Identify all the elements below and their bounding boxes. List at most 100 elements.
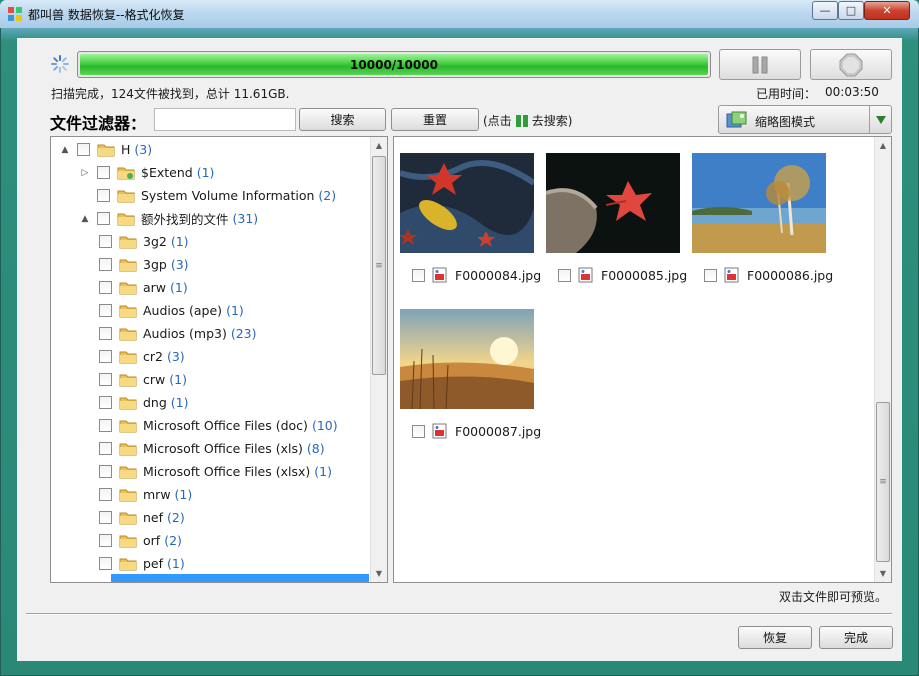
close-button[interactable]: ✕ [864, 1, 910, 20]
elapsed-time-label: 已用时间： [756, 87, 817, 101]
tree-item-label: 3gp [143, 257, 167, 272]
thumbnail-caption: F0000084.jpg [412, 267, 541, 283]
tree-item[interactable]: ▲ 额外找到的文件 (31) [79, 207, 259, 230]
tree-checkbox[interactable] [97, 212, 110, 225]
file-thumbnail[interactable]: F0000087.jpg [400, 309, 541, 439]
tree-item[interactable]: dng (1) [99, 391, 189, 414]
tree-checkbox[interactable] [99, 442, 112, 455]
title-bar[interactable]: 都叫兽 数据恢复--格式化恢复 — □ ✕ [0, 0, 919, 28]
tree-item[interactable]: System Volume Information (2) [79, 184, 336, 207]
scroll-down-icon[interactable]: ▼ [875, 565, 891, 582]
file-checkbox[interactable] [704, 268, 717, 282]
maximize-button[interactable]: □ [838, 1, 864, 20]
tree-checkbox[interactable] [99, 419, 112, 432]
file-thumbnail-view[interactable]: ▲ ≡ ▼ F0000084.jpg F0000085.jpg F0000086… [393, 136, 892, 583]
search-button[interactable]: 搜索 [299, 108, 386, 131]
tree-item[interactable]: arw (1) [99, 276, 188, 299]
tree-item-count: (1) [226, 303, 244, 318]
file-name: F0000087.jpg [455, 423, 542, 439]
scroll-down-icon[interactable]: ▼ [371, 565, 387, 582]
pause-icon [752, 56, 768, 73]
tree-checkbox[interactable] [99, 235, 112, 248]
thumbnail-image[interactable] [400, 153, 534, 253]
dropdown-arrow-icon[interactable] [869, 106, 891, 133]
tree-item[interactable]: Audios (ape) (1) [99, 299, 244, 322]
divider [26, 613, 892, 615]
thumbnail-scroll-thumb[interactable]: ≡ [876, 402, 890, 562]
pause-button[interactable] [719, 49, 801, 80]
tree-item[interactable]: nef (2) [99, 506, 185, 529]
tree-checkbox[interactable] [99, 327, 112, 340]
tree-item-label: dng [143, 395, 167, 410]
tree-checkbox[interactable] [99, 534, 112, 547]
file-checkbox[interactable] [412, 268, 425, 282]
file-thumbnail[interactable]: F0000086.jpg [692, 153, 833, 283]
tree-item[interactable]: Microsoft Office Files (doc) (10) [99, 414, 338, 437]
recover-button[interactable]: 恢复 [738, 626, 812, 649]
folder-icon [119, 512, 137, 524]
done-button[interactable]: 完成 [819, 626, 893, 649]
tree-item[interactable]: pef (1) [99, 552, 185, 575]
tree-item[interactable]: Microsoft Office Files (xlsx) (1) [99, 460, 332, 483]
minimize-button[interactable]: — [812, 1, 838, 20]
expand-toggle-icon[interactable]: ▲ [59, 145, 71, 155]
tree-item[interactable]: 3g2 (1) [99, 230, 189, 253]
tree-item-label: Microsoft Office Files (xlsx) [143, 464, 311, 479]
tree-checkbox[interactable] [97, 166, 110, 179]
tree-item[interactable]: mrw (1) [99, 483, 192, 506]
thumbnail-image[interactable] [546, 153, 680, 253]
thumbnail-image[interactable] [692, 153, 826, 253]
folder-icon [119, 236, 137, 248]
tree-checkbox[interactable] [99, 258, 112, 271]
tree-item[interactable]: 3gp (3) [99, 253, 189, 276]
expand-toggle-icon[interactable]: ▲ [79, 214, 91, 224]
folder-tree[interactable]: ▲ ≡ ▼ ▲ H (3) ▷ $Extend (1) System Volume I… [50, 136, 388, 583]
tree-checkbox[interactable] [77, 143, 90, 156]
view-mode-label: 缩略图模式 [755, 115, 816, 129]
tree-checkbox[interactable] [99, 488, 112, 501]
tree-item[interactable]: ▲ H (3) [59, 138, 153, 161]
tree-checkbox[interactable] [99, 350, 112, 363]
filter-input[interactable] [154, 108, 296, 131]
folder-icon [119, 420, 137, 432]
scroll-up-icon[interactable]: ▲ [875, 137, 891, 154]
folder-icon [97, 144, 115, 156]
tree-checkbox[interactable] [97, 189, 110, 202]
tree-item[interactable]: Audios (mp3) (23) [99, 322, 257, 345]
window-title: 都叫兽 数据恢复--格式化恢复 [28, 8, 185, 22]
file-thumbnail[interactable]: F0000084.jpg [400, 153, 541, 283]
tree-item[interactable]: cr2 (3) [99, 345, 185, 368]
file-name: F0000084.jpg [455, 267, 542, 283]
tree-scrollbar[interactable]: ▲ ≡ ▼ [370, 137, 387, 582]
tree-checkbox[interactable] [99, 396, 112, 409]
tree-item[interactable]: Microsoft Office Files (xls) (8) [99, 437, 325, 460]
tree-checkbox[interactable] [99, 465, 112, 478]
tree-item[interactable]: orf (2) [99, 529, 182, 552]
tree-checkbox[interactable] [99, 373, 112, 386]
tree-item-count: (1) [167, 556, 185, 571]
view-mode-dropdown[interactable]: 缩略图模式 [718, 105, 892, 134]
tree-item-count: (3) [134, 142, 153, 157]
loading-spinner-icon [51, 55, 69, 73]
tree-item-label: 额外找到的文件 [141, 212, 229, 227]
file-thumbnail[interactable]: F0000085.jpg [546, 153, 687, 283]
tree-selection-highlight [111, 574, 369, 582]
tree-checkbox[interactable] [99, 557, 112, 570]
scroll-up-icon[interactable]: ▲ [371, 137, 387, 154]
folder-icon [119, 558, 137, 570]
thumbnail-image[interactable] [400, 309, 534, 409]
tree-checkbox[interactable] [99, 304, 112, 317]
file-checkbox[interactable] [412, 424, 425, 438]
tree-scroll-thumb[interactable]: ≡ [372, 156, 386, 375]
expand-toggle-icon[interactable]: ▷ [79, 168, 91, 178]
tree-item[interactable]: crw (1) [99, 368, 187, 391]
file-checkbox[interactable] [558, 268, 571, 282]
thumbnail-scrollbar[interactable]: ▲ ≡ ▼ [874, 137, 891, 582]
tree-item[interactable]: ▷ $Extend (1) [79, 161, 215, 184]
tree-checkbox[interactable] [99, 511, 112, 524]
stop-button[interactable] [810, 49, 892, 80]
tree-item-count: (1) [170, 234, 189, 249]
reset-button[interactable]: 重置 [391, 108, 479, 131]
folder-icon [119, 374, 137, 386]
tree-checkbox[interactable] [99, 281, 112, 294]
